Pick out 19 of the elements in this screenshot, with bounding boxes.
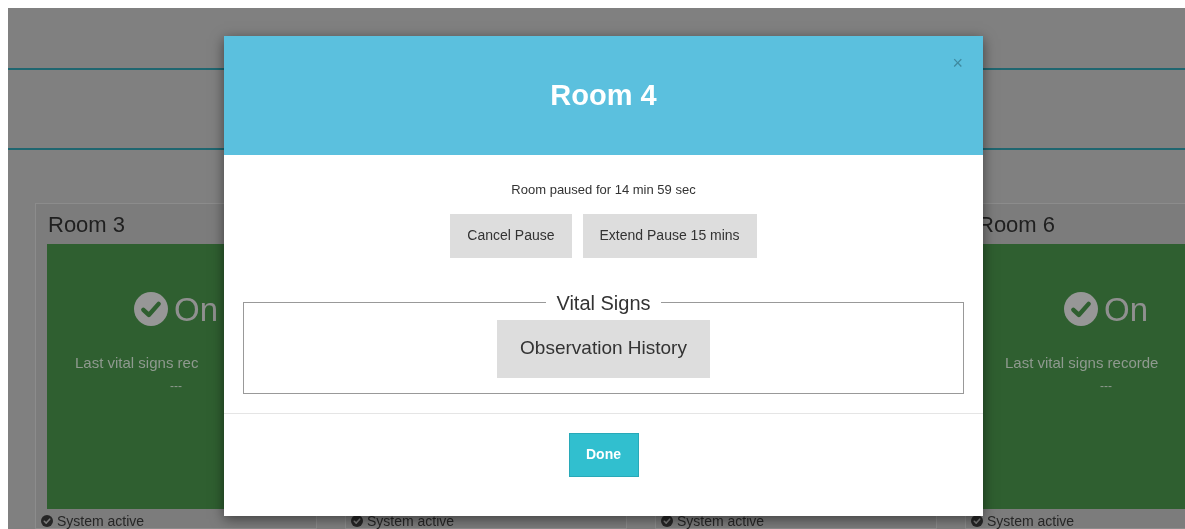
check-circle-icon: [1064, 292, 1098, 326]
pause-message: Room paused for 14 min 59 sec: [511, 181, 696, 199]
system-status: System active: [367, 514, 455, 528]
last-vitals-text: Last vital signs recorde: [1005, 353, 1159, 373]
room-title: Room 3: [48, 210, 126, 239]
system-status: System active: [677, 514, 765, 528]
modal-title: Room 4: [550, 77, 657, 113]
status-label: On: [174, 292, 218, 326]
pause-button[interactable]: Extend Pause 15 mins: [582, 213, 757, 258]
pause-button[interactable]: Cancel Pause: [450, 213, 572, 258]
vitals-value: ---: [1100, 377, 1112, 395]
group-legend: Vital Signs: [546, 287, 661, 318]
last-vitals-text: Last vital signs rec: [75, 353, 199, 373]
status-label: On: [1104, 292, 1148, 326]
check-circle-icon: [134, 292, 168, 326]
observation-history-button[interactable]: Observation History: [497, 319, 710, 378]
vitals-value: ---: [170, 377, 182, 395]
system-status: System active: [57, 514, 145, 528]
system-status: System active: [987, 514, 1075, 528]
